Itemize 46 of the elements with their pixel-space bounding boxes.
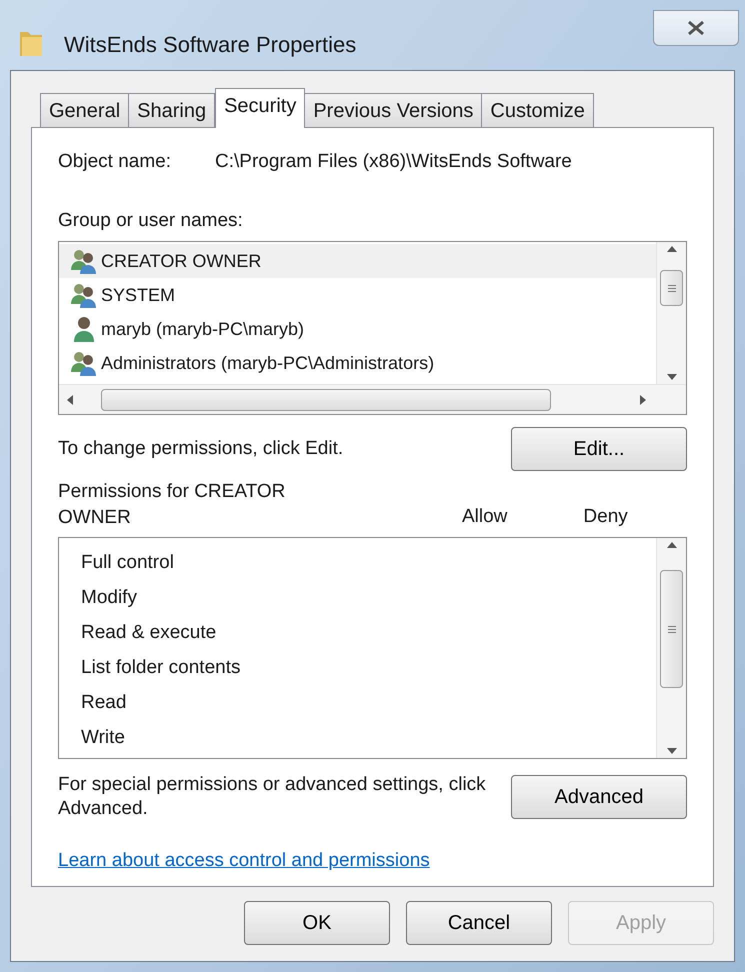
- advanced-hint: For special permissions or advanced settings, click Advanced.: [58, 773, 487, 821]
- dialog-button[interactable]: Cancel: [406, 901, 552, 945]
- object-name-label: Object name:: [58, 150, 172, 174]
- vertical-scrollbar[interactable]: [656, 242, 686, 384]
- permission-name: Read: [81, 691, 128, 715]
- tab[interactable]: Customize: [481, 93, 594, 127]
- up-arrow-icon[interactable]: [666, 246, 676, 252]
- down-arrow-icon[interactable]: [666, 748, 676, 754]
- tab[interactable]: Security: [215, 88, 306, 128]
- group-list-item[interactable]: maryb (maryb-PC\maryb): [59, 312, 656, 346]
- permissions-title: Permissions for CREATOR: [58, 480, 286, 504]
- close-button[interactable]: [653, 10, 739, 46]
- permission-name: Modify: [81, 586, 138, 610]
- dialog-button[interactable]: Advanced: [511, 775, 687, 819]
- deny-column-header: Deny: [583, 504, 628, 528]
- group-list-item[interactable]: SYSTEM: [59, 278, 656, 312]
- vertical-scrollbar[interactable]: [656, 538, 686, 758]
- window-title: WitsEnds Software Properties: [64, 31, 356, 59]
- tab[interactable]: Sharing: [128, 93, 216, 127]
- down-arrow-icon[interactable]: [666, 374, 676, 380]
- user-group-icon: [69, 282, 99, 308]
- object-name-value: C:\Program Files (x86)\WitsEnds Software: [215, 150, 572, 174]
- permission-name: Read & execute: [81, 621, 218, 645]
- up-arrow-icon[interactable]: [666, 542, 676, 548]
- permissions-title: OWNER: [58, 506, 132, 530]
- left-arrow-icon[interactable]: [67, 394, 73, 404]
- permission-name: Write: [81, 726, 126, 750]
- allow-column-header: Allow: [462, 504, 508, 528]
- dialog-button[interactable]: OK: [244, 901, 390, 945]
- user-group-icon: [69, 350, 99, 376]
- help-link[interactable]: Learn about access control and permissions: [58, 847, 430, 876]
- tab[interactable]: General: [40, 93, 130, 127]
- permission-name: Full control: [81, 551, 175, 575]
- change-permissions-hint: To change permissions, click Edit.: [58, 436, 344, 461]
- user-group-icon: [69, 248, 99, 274]
- grip-icon: [668, 626, 676, 632]
- dialog-button[interactable]: Edit...: [511, 427, 687, 471]
- permission-name: List folder contents: [81, 656, 242, 680]
- group-list-label: Group or user names:: [58, 208, 244, 232]
- group-list-item[interactable]: Administrators (maryb-PC\Administrators): [59, 346, 656, 380]
- close-icon: [686, 20, 706, 36]
- tab[interactable]: Previous Versions: [304, 93, 482, 127]
- right-arrow-icon[interactable]: [640, 394, 646, 404]
- horizontal-scrollbar[interactable]: [59, 384, 686, 414]
- grip-icon: [668, 284, 676, 292]
- group-list-item[interactable]: CREATOR OWNER: [59, 244, 656, 278]
